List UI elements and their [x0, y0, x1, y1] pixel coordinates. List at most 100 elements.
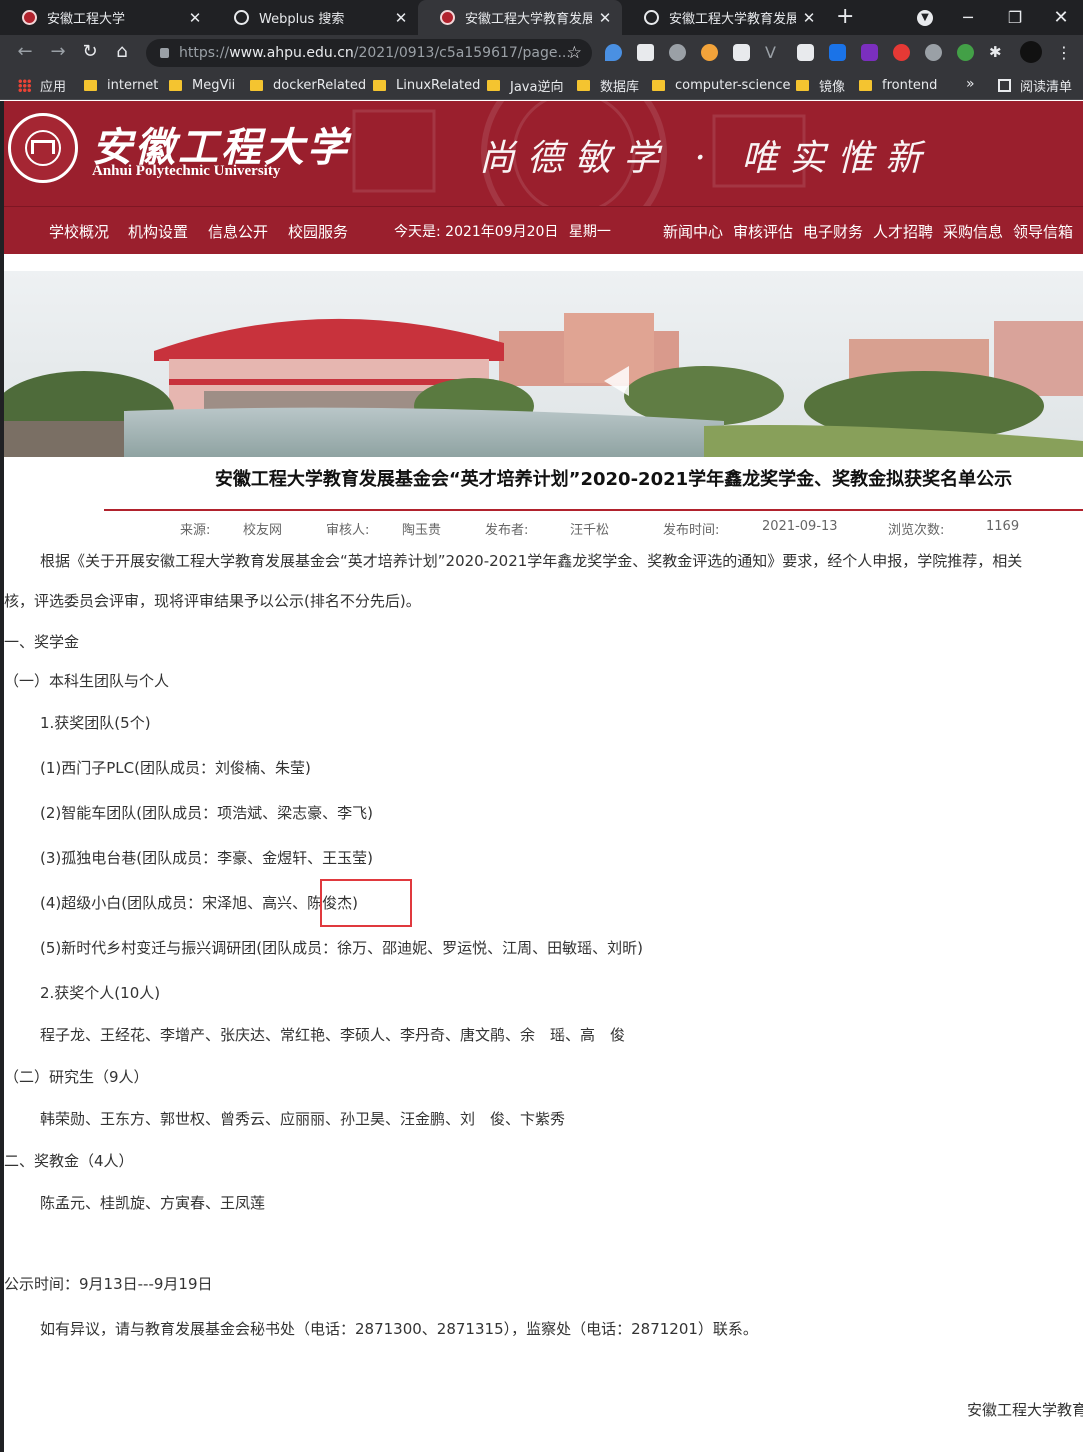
folder-icon	[796, 79, 809, 91]
extension-icon-reader[interactable]	[733, 44, 750, 61]
reading-list-button[interactable]: 阅读清单	[998, 70, 1072, 100]
bookmark-label: frontend	[882, 77, 938, 93]
bookmark-folder-megvii[interactable]: MegVii	[169, 70, 235, 100]
tab-foundation-active[interactable]: 安徽工程大学教育发展基金 ✕	[418, 0, 622, 35]
reading-list-label: 阅读清单	[1020, 79, 1073, 95]
window-close-icon[interactable]: ✕	[1046, 0, 1076, 35]
bookmark-label: Java逆向	[510, 79, 564, 95]
restore-icon[interactable]: ❐	[1000, 0, 1030, 35]
bookmark-folder-cs[interactable]: computer-science	[652, 70, 790, 100]
intro-paragraph-line-2: 核，评选委员会评审，现将评审结果予以公示(排名不分先后)。	[4, 592, 421, 610]
close-icon[interactable]: ✕	[598, 9, 612, 27]
minimize-icon[interactable]: ─	[953, 0, 983, 35]
today-date: 今天是: 2021年09月20日 星期一	[394, 221, 611, 241]
back-icon[interactable]: ←	[13, 40, 37, 64]
bookmark-folder-database[interactable]: 数据库	[577, 70, 639, 100]
campus-banner-image	[4, 271, 1083, 457]
logo-english-name[interactable]: Anhui Polytechnic University	[92, 163, 280, 180]
meta-publisher: 汪千松	[570, 523, 610, 538]
signature: 安徽工程大学教育	[967, 1401, 1083, 1419]
extensions-puzzle-icon[interactable]: ✱	[989, 44, 1006, 61]
extension-icon-globe[interactable]	[957, 44, 974, 61]
folder-icon	[859, 79, 872, 91]
extension-icon-vue[interactable]: V	[765, 44, 782, 61]
extension-icon-circle[interactable]	[669, 44, 686, 61]
extension-icon-notion[interactable]	[797, 44, 814, 61]
bookmarks-bar: 应用 internet MegVii dockerRelated LinuxRe…	[0, 70, 1083, 100]
nav-item-campus-services[interactable]: 校园服务	[288, 221, 348, 242]
url-path: /2021/0913/c5a159617/page...	[353, 45, 571, 61]
site-header: 安徽工程大学 Anhui Polytechnic University 尚德敏学…	[4, 101, 1083, 206]
tab-ahpu-home[interactable]: 安徽工程大学 ✕	[0, 0, 212, 35]
folder-icon	[373, 79, 386, 91]
bookmark-folder-java[interactable]: Java逆向	[487, 70, 563, 100]
meta-views-label: 浏览次数:	[888, 523, 945, 538]
menu-kebab-icon[interactable]: ⋮	[1056, 44, 1073, 61]
home-icon[interactable]: ⌂	[110, 40, 134, 64]
bookmark-folder-frontend[interactable]: frontend	[859, 70, 937, 100]
nav-item-audit[interactable]: 审核评估	[733, 221, 793, 242]
extension-icon-diamond[interactable]	[605, 44, 622, 61]
bookmark-folder-docker[interactable]: dockerRelated	[250, 70, 366, 100]
address-bar[interactable]: https://www.ahpu.edu.cn/2021/0913/c5a159…	[146, 39, 592, 67]
extension-icon-rp[interactable]	[861, 44, 878, 61]
bookmarks-overflow-button[interactable]: »	[966, 76, 975, 92]
extension-icon-infinity[interactable]	[925, 44, 942, 61]
nav-item-procurement[interactable]: 采购信息	[943, 221, 1003, 242]
contact-info: 如有异议，请与教育发展基金会秘书处（电话：2871300、2871315），监察…	[40, 1320, 758, 1338]
nav-item-disclosure[interactable]: 信息公开	[208, 221, 268, 242]
nav-item-finance[interactable]: 电子财务	[803, 221, 863, 242]
forward-icon[interactable]: →	[46, 40, 70, 64]
new-tab-button[interactable]: +	[836, 4, 854, 29]
extension-icon-colorful[interactable]	[701, 44, 718, 61]
team-item-2: (2)智能车团队(团队成员：项浩斌、梁志豪、李飞)	[40, 804, 373, 822]
nav-item-organization[interactable]: 机构设置	[128, 221, 188, 242]
nav-item-mailbox[interactable]: 领导信箱	[1013, 221, 1073, 242]
url-host: www.ahpu.edu.cn	[229, 45, 354, 61]
team-item-4: (4)超级小白(团队成员：宋泽旭、高兴、陈俊杰)	[40, 894, 358, 912]
intro-paragraph-line-1: 根据《关于开展安徽工程大学教育发展基金会“英才培养计划”2020-2021学年鑫…	[40, 552, 1023, 570]
university-favicon-icon	[22, 10, 37, 25]
section-teaching-award-heading: 二、奖教金（4人）	[4, 1152, 134, 1170]
close-icon[interactable]: ✕	[394, 9, 408, 27]
date-value: 2021年09月20日	[445, 224, 559, 240]
extension-icon-adblock[interactable]	[893, 44, 910, 61]
browser-toolbar: ← → ↻ ⌂ https://www.ahpu.edu.cn/2021/091…	[0, 35, 1083, 70]
tab-title: 安徽工程大学	[47, 12, 126, 27]
nav-item-recruitment[interactable]: 人才招聘	[873, 221, 933, 242]
reload-icon[interactable]: ↻	[78, 40, 102, 64]
extension-icon-s[interactable]	[829, 44, 846, 61]
profile-avatar[interactable]	[1020, 41, 1042, 63]
individual-winners-list: 程子龙、王经花、李增产、张庆达、常红艳、李硕人、李丹奇、唐文鹃、余 瑶、高 俊	[40, 1026, 626, 1044]
nav-item-news[interactable]: 新闻中心	[663, 221, 723, 242]
bookmark-folder-mirror[interactable]: 镜像	[796, 70, 845, 100]
meta-date: 2021-09-13	[762, 519, 838, 534]
tab-search-icon[interactable]: ▼	[910, 0, 940, 35]
meta-reviewer-label: 审核人:	[326, 523, 370, 538]
bookmark-label: internet	[107, 77, 159, 93]
tab-title: Webplus 搜索	[259, 12, 345, 27]
bookmark-folder-linux[interactable]: LinuxRelated	[373, 70, 480, 100]
university-seal-logo[interactable]	[8, 113, 78, 183]
reading-list-icon	[998, 78, 1011, 92]
university-favicon-icon	[440, 10, 455, 25]
browser-tab-strip: 安徽工程大学 ✕ Webplus 搜索 ✕ 安徽工程大学教育发展基金 ✕ 安徽工…	[0, 0, 1083, 35]
bookmark-folder-internet[interactable]: internet	[84, 70, 158, 100]
bookmark-label: MegVii	[192, 77, 236, 93]
extension-icon-hex[interactable]	[637, 44, 654, 61]
weekday: 星期一	[568, 224, 611, 240]
close-icon[interactable]: ✕	[802, 9, 816, 27]
close-icon[interactable]: ✕	[188, 9, 202, 27]
graduate-winners-list: 韩荣勋、王东方、郭世权、曾秀云、应丽丽、孙卫昊、汪金鹏、刘 俊、卞紫秀	[40, 1110, 566, 1128]
bookmark-apps[interactable]: 应用	[18, 70, 66, 100]
tab-webplus-search[interactable]: Webplus 搜索 ✕	[212, 0, 418, 35]
tab-foundation-2[interactable]: 安徽工程大学教育发展基金 ✕	[622, 0, 826, 35]
bookmark-star-icon[interactable]: ☆	[567, 43, 582, 63]
team-item-1: (1)西门子PLC(团队成员：刘俊楠、朱莹)	[40, 759, 311, 777]
globe-icon	[234, 10, 249, 25]
team-item-5: (5)新时代乡村变迁与振兴调研团(团队成员：徐万、邵迪妮、罗运悦、江周、田敏瑶、…	[40, 939, 643, 957]
tab-title: 安徽工程大学教育发展基金	[465, 12, 592, 27]
globe-icon	[644, 10, 659, 25]
nav-item-overview[interactable]: 学校概况	[49, 221, 109, 242]
title-divider	[104, 509, 1083, 511]
